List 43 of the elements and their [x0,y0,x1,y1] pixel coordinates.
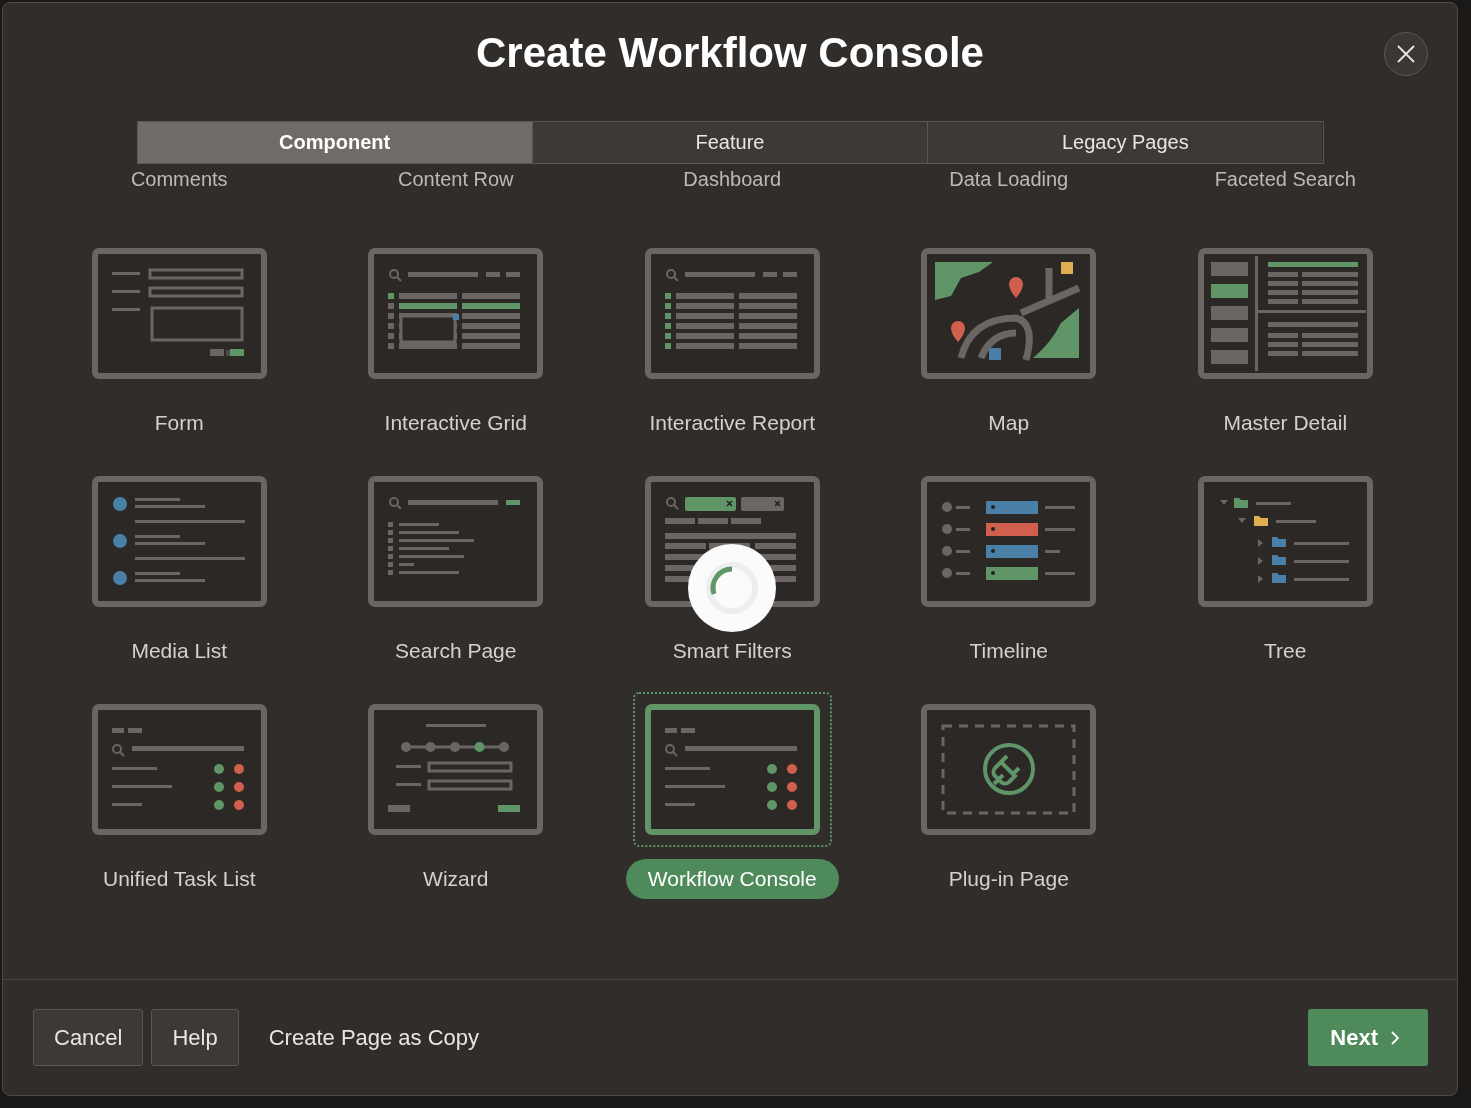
template-label[interactable]: Smart Filters [650,631,814,671]
template-label[interactable]: Unified Task List [81,859,278,899]
tree-icon[interactable] [1197,476,1373,607]
dialog-title: Create Workflow Console [476,29,984,77]
task-list-icon[interactable] [644,704,820,835]
template-label[interactable]: Interactive Report [627,403,838,443]
close-button[interactable] [1384,32,1428,76]
template-label[interactable]: Map [966,403,1052,443]
template-label[interactable]: Master Detail [1201,403,1370,443]
tab[interactable]: Feature [531,122,928,163]
template-label[interactable]: Faceted Search [1214,168,1356,191]
master-detail-icon[interactable] [1197,248,1373,379]
grid-layout-icon[interactable] [368,248,544,379]
chevron-right-icon [1390,1029,1400,1046]
task-list-icon[interactable] [91,704,267,835]
close-icon [1396,44,1416,64]
tab[interactable]: Legacy Pages [927,122,1323,163]
template-label[interactable]: Workflow Console [625,859,839,899]
template-label[interactable]: Search Page [373,631,539,671]
map-icon[interactable] [921,248,1097,379]
timeline-icon[interactable] [921,476,1097,607]
template-label[interactable]: Media List [109,631,250,671]
cancel-button[interactable]: Cancel [33,1009,144,1066]
copy-page-link[interactable]: Create Page as Copy [268,1024,480,1051]
report-layout-icon[interactable] [644,248,820,379]
next-button[interactable]: Next [1308,1009,1428,1066]
template-label[interactable]: Wizard [401,859,511,899]
tab[interactable]: Component [137,122,532,163]
template-label[interactable]: Comments [130,168,228,191]
template-label[interactable]: Interactive Grid [362,403,549,443]
media-list-icon[interactable] [91,476,267,607]
help-button[interactable]: Help [151,1009,239,1066]
search-list-icon[interactable] [368,476,544,607]
template-label[interactable]: Form [132,403,226,443]
template-label[interactable]: Content Row [397,168,514,191]
template-label[interactable]: Timeline [947,631,1071,671]
wizard-steps-icon[interactable] [368,704,544,835]
template-label[interactable]: Data Loading [949,168,1069,191]
template-label[interactable]: Dashboard [683,168,782,191]
form-layout-icon[interactable] [91,248,267,379]
template-label[interactable]: Plug-in Page [926,859,1091,899]
plug-icon[interactable] [921,704,1097,835]
template-label[interactable]: Tree [1242,631,1329,671]
